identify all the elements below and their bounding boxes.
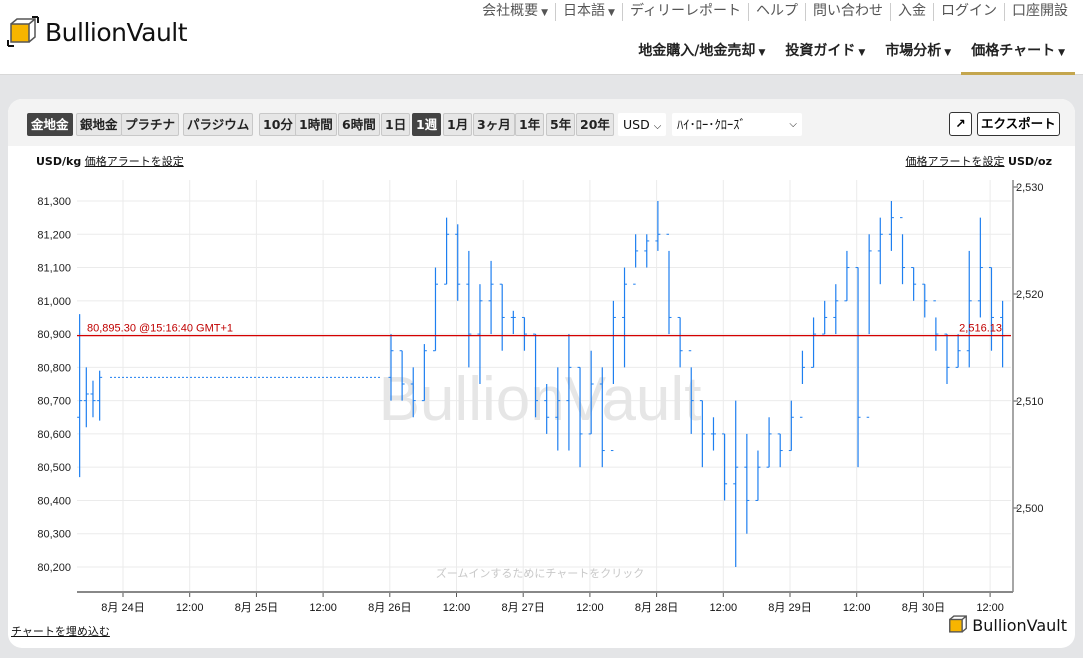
main-nav: 地金購入/地金売却 ▼ 投資ガイド ▼ 市場分析 ▼ 価格チャート ▼ — [628, 42, 1075, 75]
range-button[interactable]: 10分 — [259, 113, 297, 136]
top-nav-item[interactable]: ログイン — [933, 3, 1004, 21]
top-nav-item[interactable]: 口座開設 — [1004, 3, 1075, 21]
main-nav-label: 投資ガイド — [785, 43, 856, 59]
range-button[interactable]: 5年 — [546, 113, 576, 136]
main-nav-item[interactable]: 市場分析 ▼ — [875, 42, 961, 75]
caret-down-icon: ▼ — [1058, 48, 1065, 58]
chart-style-value: ﾊｲ･ﾛｰ･ｸﾛｰｽﾞ — [677, 117, 746, 132]
main-nav-item[interactable]: 投資ガイド ▼ — [775, 42, 875, 75]
top-nav-label: 口座開設 — [1012, 3, 1068, 19]
caret-down-icon: ▼ — [944, 48, 952, 58]
embed-chart-area: チャートを埋め込む — [11, 623, 110, 639]
chart-toolbar: USD ⌵ ﾊｲ･ﾛｰ･ｸﾛｰｽﾞ ⌵ ↗ エクスポート 金地金 銀地金 プラチナ パラ… — [8, 99, 1075, 146]
price-alert-link-left[interactable]: 価格アラートを設定 — [85, 155, 184, 168]
main-nav-item[interactable]: 地金購入/地金売却 ▼ — [628, 42, 775, 75]
main-nav-label: 地金購入/地金売却 — [638, 43, 756, 59]
top-nav-item[interactable]: 日本語 ▼ — [555, 3, 622, 21]
site-header: BullionVault 会社概要 ▼ 日本語 ▼ ディリーレポート ヘルプ 問い合わせ 入金… — [0, 0, 1083, 75]
price-alert-link-right[interactable]: 価格アラートを設定 — [906, 155, 1005, 168]
range-button[interactable]: 1年 — [515, 113, 545, 136]
metal-button[interactable]: 銀地金 — [76, 113, 122, 136]
top-nav: 会社概要 ▼ 日本語 ▼ ディリーレポート ヘルプ 問い合わせ 入金 ログイン 口座開設 — [475, 3, 1075, 21]
top-nav-item[interactable]: 問い合わせ — [805, 3, 890, 21]
main-nav-label: 価格チャート — [971, 43, 1056, 59]
range-button[interactable]: 1週 — [412, 113, 442, 136]
brand-logo[interactable]: BullionVault — [7, 16, 188, 48]
metal-button[interactable]: プラチナ — [121, 113, 180, 136]
currency-value: USD — [623, 117, 650, 132]
top-nav-item[interactable]: 入金 — [890, 3, 933, 21]
caret-down-icon: ▼ — [541, 8, 549, 18]
top-nav-label: ディリーレポート — [629, 3, 741, 19]
caret-down-icon: ▼ — [758, 48, 766, 58]
range-button[interactable]: 3ヶ月 — [473, 113, 515, 136]
footer-logo: BullionVault — [947, 614, 1067, 636]
top-nav-label: 日本語 — [563, 3, 606, 19]
embed-chart-link[interactable]: チャートを埋め込む — [11, 625, 110, 638]
top-nav-label: 問い合わせ — [813, 3, 883, 19]
chevron-down-icon: ⌵ — [789, 119, 797, 130]
currency-select[interactable]: USD ⌵ — [618, 113, 667, 136]
range-button[interactable]: 1時間 — [295, 113, 337, 136]
left-unit: USD/kg — [36, 155, 82, 168]
top-nav-label: 会社概要 — [482, 3, 539, 19]
metal-button[interactable]: パラジウム — [183, 113, 254, 136]
range-button[interactable]: 6時間 — [338, 113, 380, 136]
range-button[interactable]: 1日 — [381, 113, 411, 136]
chart-panel: USD ⌵ ﾊｲ･ﾛｰ･ｸﾛｰｽﾞ ⌵ ↗ エクスポート 金地金 銀地金 プラチナ パラ… — [8, 99, 1075, 648]
caret-down-icon: ▼ — [858, 48, 866, 58]
main-nav-label: 市場分析 — [885, 43, 942, 59]
top-nav-item[interactable]: ヘルプ — [748, 3, 805, 21]
footer-brand: BullionVault — [972, 615, 1067, 635]
vault-cube-icon — [7, 16, 39, 47]
vault-cube-icon — [949, 615, 968, 633]
main-nav-item[interactable]: 価格チャート ▼ — [961, 42, 1075, 75]
brand-name: BullionVault — [45, 17, 188, 47]
range-button[interactable]: 20年 — [576, 113, 614, 136]
right-unit: USD/oz — [1008, 155, 1052, 168]
popout-button[interactable]: ↗ — [949, 112, 972, 136]
left-axis-header: USD/kg 価格アラートを設定 — [36, 153, 184, 169]
right-axis-header: 価格アラートを設定 USD/oz — [906, 153, 1052, 169]
top-nav-label: ヘルプ — [756, 3, 798, 19]
metal-button[interactable]: 金地金 — [27, 113, 73, 136]
top-nav-label: ログイン — [941, 3, 997, 19]
chevron-down-icon: ⌵ — [653, 121, 662, 132]
top-nav-label: 入金 — [898, 3, 926, 19]
range-button[interactable]: 1月 — [443, 113, 473, 136]
caret-down-icon: ▼ — [608, 8, 615, 18]
export-button[interactable]: エクスポート — [977, 112, 1060, 136]
top-nav-item[interactable]: ディリーレポート — [621, 3, 748, 21]
external-link-icon: ↗ — [955, 116, 966, 131]
chart-style-select[interactable]: ﾊｲ･ﾛｰ･ｸﾛｰｽﾞ ⌵ — [672, 113, 802, 136]
top-nav-item[interactable]: 会社概要 ▼ — [475, 3, 555, 21]
